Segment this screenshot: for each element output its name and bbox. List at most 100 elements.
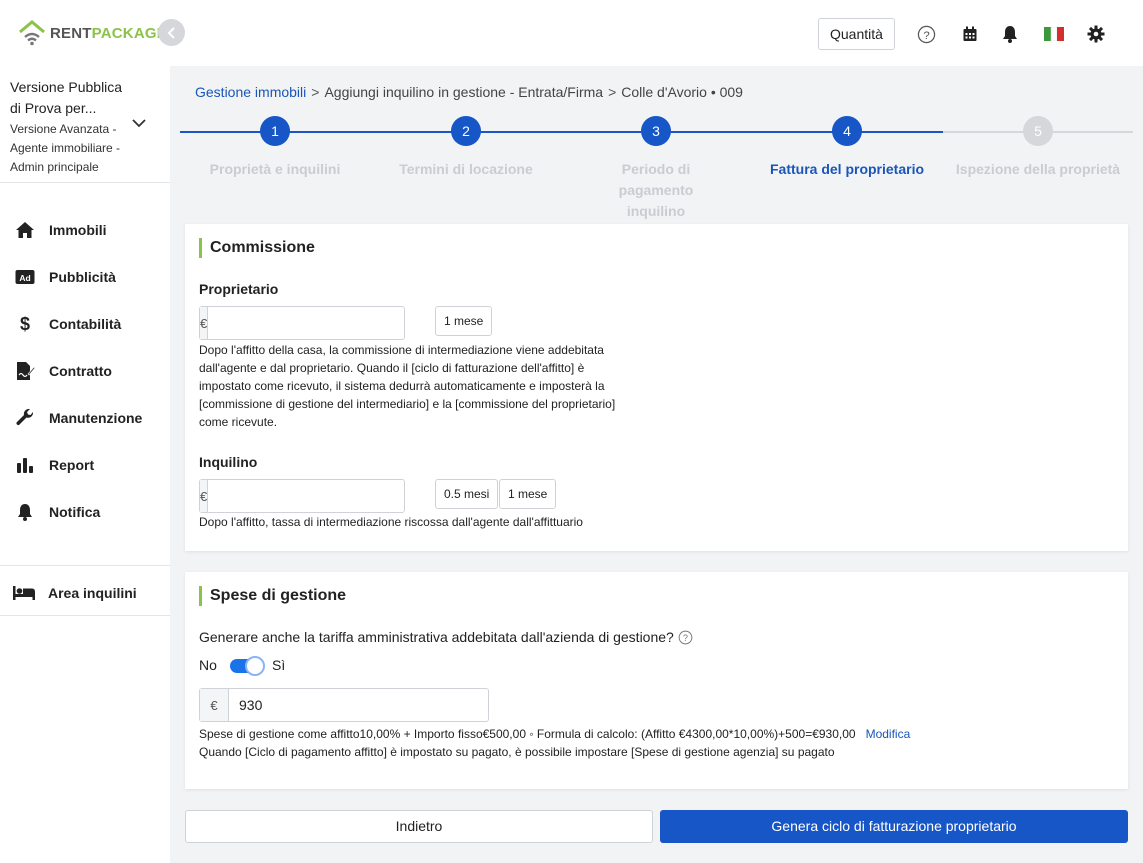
tenant-half-month-chip[interactable]: 0.5 mesi (435, 479, 499, 509)
wrench-icon (14, 407, 36, 429)
breadcrumb-item: Aggiungi inquilino in gestione - Entrata… (324, 84, 604, 100)
management-fee-note: Quando [Ciclo di pagamento affitto] è im… (199, 745, 835, 759)
management-fees-card: Spese di gestione Generare anche la tari… (185, 572, 1128, 789)
step-number: 4 (832, 116, 862, 146)
top-header: RENTPACKAGE Quantità ? (0, 0, 1143, 66)
sidebar-item-label: Pubblicità (49, 268, 116, 285)
home-icon (14, 219, 36, 241)
step-label: Proprietà e inquilini (209, 161, 341, 177)
currency-prefix: € (200, 480, 209, 512)
svg-text:?: ? (683, 632, 688, 642)
settings-icon[interactable] (1086, 24, 1106, 44)
breadcrumb-current: Colle d'Avorio • 009 (621, 84, 743, 100)
breadcrumb-link-gestione-immobili[interactable]: Gestione immobili (195, 84, 306, 100)
svg-text:$: $ (20, 314, 30, 334)
step-4[interactable]: 4 Fattura del proprietario (752, 116, 942, 180)
bed-icon (12, 582, 36, 604)
back-button[interactable]: Indietro (185, 810, 653, 843)
account-switcher[interactable]: Versione Pubblica di Prova per... Versio… (0, 66, 170, 183)
step-1[interactable]: 1 Proprietà e inquilini (180, 116, 370, 180)
tenant-commission-input-group: € (199, 479, 410, 513)
step-label: Termini di locazione (399, 161, 533, 177)
commission-card: Commissione Proprietario € 1 mese Dopo l… (185, 224, 1128, 551)
wizard-stepper: 1 Proprietà e inquilini 2 Termini di loc… (180, 116, 1133, 219)
management-fee-question: Generare anche la tariffa amministrativa… (199, 629, 674, 645)
sidebar-item-label: Manutenzione (49, 409, 143, 426)
edit-formula-link[interactable]: Modifica (866, 727, 911, 741)
bell-icon (14, 501, 36, 523)
step-number: 1 (260, 116, 290, 146)
owner-commission-input-group: € (199, 306, 410, 340)
wifi-house-logo-icon (19, 20, 45, 46)
commission-title: Commissione (199, 238, 315, 258)
owner-1-month-chip[interactable]: 1 mese (435, 306, 493, 336)
chevron-down-icon[interactable] (132, 118, 146, 128)
help-icon[interactable]: ? (916, 24, 936, 44)
breadcrumb-separator: > (311, 84, 320, 100)
generate-owner-billing-button[interactable]: Genera ciclo di fatturazione proprietari… (660, 810, 1128, 843)
logo-package-text: PACKAGE (91, 24, 167, 42)
tenant-commission-help: Dopo l'affitto, tassa di intermediazione… (199, 515, 583, 529)
step-label: Fattura del proprietario (769, 161, 925, 177)
sidebar-item-label: Report (49, 456, 95, 473)
sidebar-item-contabilita[interactable]: $ Contabilità (0, 300, 170, 347)
tenant-label: Inquilino (199, 454, 258, 470)
sidebar-item-label: Notifica (49, 503, 101, 520)
step-number: 3 (641, 116, 671, 146)
breadcrumb: Gestione immobili > Aggiungi inquilino in … (195, 84, 743, 100)
ad-icon: Ad (14, 266, 36, 288)
step-number: 5 (1023, 116, 1053, 146)
management-fee-input[interactable] (229, 689, 488, 721)
nav-divider (0, 615, 170, 616)
tenant-commission-input[interactable] (208, 480, 410, 512)
account-role: Versione Avanzata - Agente immobiliare -… (10, 122, 121, 174)
dollar-icon: $ (14, 313, 36, 335)
currency-prefix: € (200, 689, 229, 721)
svg-text:?: ? (923, 29, 929, 41)
sidebar-item-manutenzione[interactable]: Manutenzione (0, 394, 170, 441)
sidebar-item-contratto[interactable]: Contratto (0, 347, 170, 394)
svg-text:Ad: Ad (19, 273, 30, 283)
calendar-icon[interactable] (960, 24, 980, 44)
management-fee-formula-row: Spese di gestione come affitto10,00% + I… (199, 725, 910, 743)
currency-prefix: € (200, 307, 209, 339)
quantity-button[interactable]: Quantità (818, 18, 895, 50)
tenant-1-month-chip[interactable]: 1 mese (499, 479, 557, 509)
management-fees-title: Spese di gestione (199, 586, 346, 606)
sidebar-item-label: Contratto (49, 362, 112, 379)
rentpackage-logo[interactable]: RENTPACKAGE (18, 20, 167, 46)
sidebar-item-immobili[interactable]: Immobili (0, 206, 170, 253)
italy-flag-icon[interactable] (1044, 24, 1064, 44)
owner-commission-input[interactable] (208, 307, 410, 339)
step-label: Periodo di pagamento inquilino (618, 161, 694, 219)
sidebar-item-label: Area inquilini (48, 584, 137, 601)
logo-rent-text: RENT (50, 24, 92, 42)
sidebar-item-pubblicita[interactable]: Ad Pubblicità (0, 253, 170, 300)
sidebar-item-area-inquilini[interactable]: Area inquilini (0, 569, 170, 616)
breadcrumb-separator: > (608, 84, 617, 100)
sidebar: Versione Pubblica di Prova per... Versio… (0, 66, 170, 863)
account-name: Versione Pubblica di Prova per... (10, 79, 123, 116)
step-5[interactable]: 5 Ispezione della proprietà (943, 116, 1133, 180)
owner-label: Proprietario (199, 281, 279, 297)
sidebar-item-report[interactable]: Report (0, 441, 170, 488)
collapse-sidebar-button[interactable] (158, 19, 185, 46)
management-fee-input-group: € (199, 688, 489, 722)
sidebar-item-label: Contabilità (49, 315, 122, 332)
management-fee-question-row: Generare anche la tariffa amministrativa… (199, 629, 693, 645)
step-2[interactable]: 2 Termini di locazione (371, 116, 561, 180)
step-label: Ispezione della proprietà (955, 161, 1121, 177)
toggle-off-label: No (199, 657, 217, 673)
help-icon[interactable]: ? (678, 630, 693, 645)
step-3[interactable]: 3 Periodo di pagamento inquilino (561, 116, 751, 222)
toggle-on-label: Sì (272, 657, 286, 673)
nav-divider (0, 565, 170, 566)
contract-icon (14, 360, 36, 382)
owner-commission-help: Dopo l'affitto della casa, la commission… (199, 343, 616, 429)
chevron-left-icon (167, 26, 175, 39)
main-nav: Immobili Ad Pubblicità $ Contabilità Con… (0, 206, 170, 535)
management-fee-toggle[interactable] (230, 656, 266, 676)
step-number: 2 (451, 116, 481, 146)
sidebar-item-notifica[interactable]: Notifica (0, 488, 170, 535)
bell-icon[interactable] (1000, 24, 1020, 44)
